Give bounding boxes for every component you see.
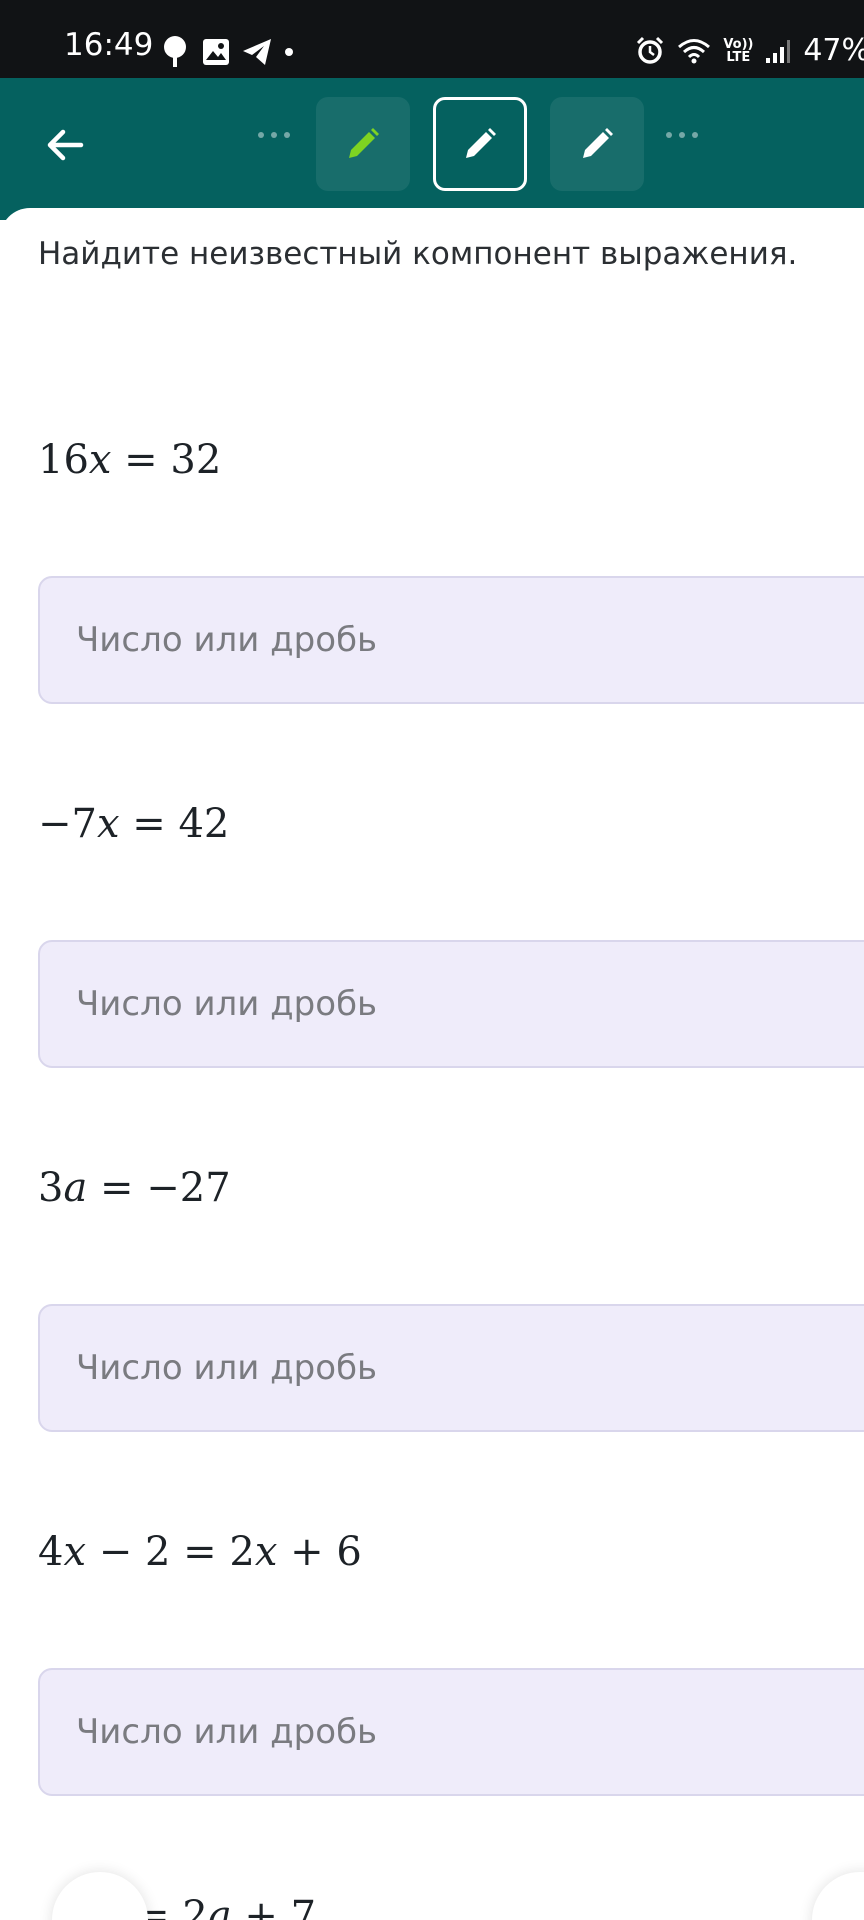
answer-input-3[interactable]	[38, 1304, 864, 1432]
previous-steps-dots	[258, 132, 290, 138]
pencil-icon	[466, 128, 496, 158]
task-content: Найдите неизвестный компонент выражения.…	[0, 208, 864, 1920]
screen: 16:49 Vo)) LTE 47% Найдите неизвестный к…	[0, 0, 864, 1920]
arrow-left-icon	[47, 129, 84, 161]
alarm-icon	[637, 36, 664, 64]
telegram-icon	[243, 39, 271, 65]
next-steps-dots	[666, 132, 698, 138]
answer-input-2[interactable]	[38, 940, 864, 1068]
pencil-icon	[349, 128, 379, 158]
status-time: 16:49	[64, 27, 154, 63]
equation-3: 3a = −27	[38, 1165, 231, 1211]
answer-input-4[interactable]	[38, 1668, 864, 1796]
status-bar: 16:49 Vo)) LTE 47%	[0, 0, 864, 78]
network-type-label: Vo)) LTE	[723, 37, 754, 65]
answer-input-1[interactable]	[38, 576, 864, 704]
app-header	[0, 78, 864, 220]
wifi-icon	[678, 39, 711, 64]
equation-1: 16x = 32	[38, 437, 222, 483]
tree-notification-icon	[164, 36, 186, 67]
pencil-icon	[583, 128, 613, 158]
battery-level: 47%	[803, 33, 864, 68]
equation-4: 4x − 2 = 2x + 6	[38, 1529, 362, 1575]
back-button[interactable]	[34, 114, 96, 176]
status-system-icons: Vo)) LTE 47%	[635, 34, 864, 68]
status-notification-icons	[160, 35, 294, 69]
gallery-icon	[203, 39, 229, 65]
step-button-3[interactable]	[550, 97, 644, 191]
more-notifications-dot-icon	[285, 48, 293, 56]
task-prompt: Найдите неизвестный компонент выражения.	[38, 236, 798, 272]
step-button-1[interactable]	[316, 97, 410, 191]
signal-icon	[766, 40, 791, 63]
step-button-2-current[interactable]	[433, 97, 527, 191]
equation-2: −7x = 42	[38, 801, 230, 847]
